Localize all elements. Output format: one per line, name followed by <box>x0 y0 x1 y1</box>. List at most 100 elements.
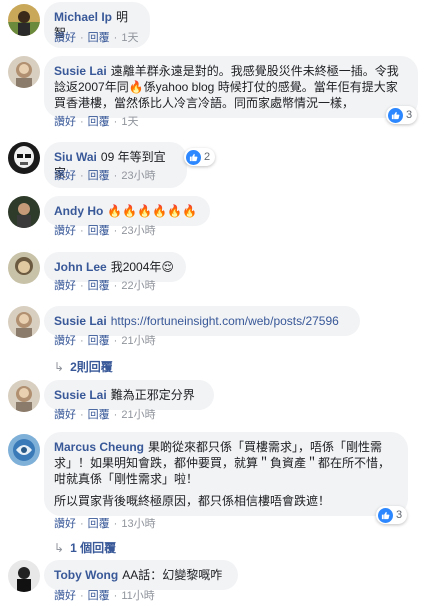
separator: · <box>80 170 84 182</box>
reaction-number: 2 <box>204 151 211 163</box>
separator: · <box>80 518 84 530</box>
timestamp[interactable]: 11小時 <box>121 589 154 603</box>
timestamp[interactable]: 23小時 <box>121 169 155 183</box>
comment: John Lee 我2004年😌 讚好 · 回覆 · 22小時 <box>0 248 436 300</box>
comment-author[interactable]: Siu Wai <box>54 150 97 164</box>
separator: · <box>80 335 84 347</box>
reply-link[interactable]: 回覆 <box>88 408 110 422</box>
separator: · <box>113 32 118 44</box>
thumbs-up-icon <box>378 507 393 523</box>
view-replies-link[interactable]: ↳ 1 個回覆 <box>54 539 116 556</box>
thumbs-up-icon <box>388 107 403 123</box>
comment-bubble: John Lee 我2004年😌 <box>44 252 186 282</box>
separator: · <box>80 225 84 237</box>
comment-actions: 讚好 · 回覆 · 11小時 <box>54 589 155 603</box>
comment: Susie Lai 難為正邪定分界 讚好 · 回覆 · 21小時 <box>0 376 436 428</box>
timestamp[interactable]: 21小時 <box>121 408 155 422</box>
avatar[interactable] <box>8 306 40 338</box>
like-link[interactable]: 讚好 <box>54 517 76 531</box>
avatar[interactable] <box>8 56 40 88</box>
reply-link[interactable]: 回覆 <box>88 279 110 293</box>
comment-text: 我2004年😌 <box>110 260 174 274</box>
separator: · <box>113 116 118 128</box>
comment-author[interactable]: Toby Wong <box>54 568 118 582</box>
separator: · <box>113 409 118 421</box>
avatar[interactable] <box>8 196 40 228</box>
like-link[interactable]: 讚好 <box>54 31 76 45</box>
reply-link[interactable]: 回覆 <box>88 334 110 348</box>
replies-count: 1 個回覆 <box>70 541 117 555</box>
comment-actions: 讚好 · 回覆 · 23小時 <box>54 224 156 238</box>
avatar[interactable] <box>8 4 40 36</box>
like-link[interactable]: 讚好 <box>54 408 76 422</box>
reply-arrow-icon: ↳ <box>54 541 65 555</box>
separator: · <box>80 590 84 602</box>
separator: · <box>113 590 118 602</box>
separator: · <box>80 32 84 44</box>
separator: · <box>80 116 84 128</box>
separator: · <box>113 280 118 292</box>
comment-author[interactable]: Marcus Cheung <box>54 440 144 454</box>
separator: · <box>113 170 118 182</box>
comment-author[interactable]: Susie Lai <box>54 64 107 78</box>
reply-link[interactable]: 回覆 <box>88 115 110 129</box>
comment-text-paragraph: 所以買家背後嘅終極原因，都只係相信樓唔會跌遮！ <box>54 494 331 508</box>
comment-bubble: Marcus Cheung 果啲從來都只係「買樓需求」，唔係「剛性需求」！如果明知… <box>44 432 408 516</box>
comment-bubble: Andy Ho 🔥🔥🔥🔥🔥🔥 <box>44 196 210 226</box>
like-link[interactable]: 讚好 <box>54 224 76 238</box>
like-link[interactable]: 讚好 <box>54 169 76 183</box>
reply-link[interactable]: 回覆 <box>88 517 110 531</box>
timestamp[interactable]: 1天 <box>121 31 138 45</box>
timestamp[interactable]: 1天 <box>121 115 138 129</box>
reply-arrow-icon: ↳ <box>54 360 65 374</box>
separator: · <box>113 335 118 347</box>
timestamp[interactable]: 22小時 <box>121 279 155 293</box>
comment-actions: 讚好 · 回覆 · 1天 <box>54 115 138 129</box>
reaction-count[interactable]: 3 <box>376 506 408 524</box>
separator: · <box>113 225 118 237</box>
reply-link[interactable]: 回覆 <box>88 169 110 183</box>
comment-text: 難為正邪定分界 <box>110 388 195 402</box>
timestamp[interactable]: 23小時 <box>121 224 155 238</box>
comment: Toby Wong AA話：幻變黎嘅咋 讚好 · 回覆 · 11小時 <box>0 556 436 606</box>
reply-link[interactable]: 回覆 <box>88 589 110 603</box>
view-replies-link[interactable]: ↳ 2則回覆 <box>54 358 113 375</box>
comment-text: AA話：幻變黎嘅咋 <box>122 568 223 582</box>
comment-author[interactable]: Michael Ip <box>54 10 112 24</box>
avatar[interactable] <box>8 142 40 174</box>
comment-actions: 讚好 · 回覆 · 22小時 <box>54 279 156 293</box>
avatar[interactable] <box>8 380 40 412</box>
comment-author[interactable]: Susie Lai <box>54 388 107 402</box>
like-link[interactable]: 讚好 <box>54 334 76 348</box>
separator: · <box>80 409 84 421</box>
comment-link[interactable]: https://fortuneinsight.com/web/posts/275… <box>111 314 339 328</box>
like-link[interactable]: 讚好 <box>54 589 76 603</box>
comment-actions: 讚好 · 回覆 · 23小時 <box>54 169 156 183</box>
reaction-count[interactable]: 3 <box>386 106 418 124</box>
comment: Marcus Cheung 果啲從來都只係「買樓需求」，唔係「剛性需求」！如果明知… <box>0 430 436 556</box>
avatar[interactable] <box>8 434 40 466</box>
reply-link[interactable]: 回覆 <box>88 31 110 45</box>
timestamp[interactable]: 13小時 <box>121 517 155 531</box>
comment-text: 🔥🔥🔥🔥🔥🔥 <box>107 204 197 218</box>
avatar[interactable] <box>8 252 40 284</box>
comment-bubble: Susie Lai 遠離羊群永遠是對的。我感覺股災件未終極一插。令我諗返2007年… <box>44 56 418 118</box>
comment-actions: 讚好 · 回覆 · 21小時 <box>54 334 156 348</box>
thumbs-up-icon <box>186 149 201 165</box>
avatar[interactable] <box>8 560 40 592</box>
comment-author[interactable]: John Lee <box>54 260 107 274</box>
reaction-count[interactable]: 2 <box>184 148 216 166</box>
comment: Siu Wai 09 年等到宜家 2 讚好 · 回覆 · 23小時 <box>0 138 436 188</box>
comment-bubble: Susie Lai 難為正邪定分界 <box>44 380 214 410</box>
reaction-number: 3 <box>406 109 413 121</box>
comment-author[interactable]: Susie Lai <box>54 314 107 328</box>
comment: Andy Ho 🔥🔥🔥🔥🔥🔥 讚好 · 回覆 · 23小時 <box>0 192 436 244</box>
replies-count: 2則回覆 <box>70 360 113 374</box>
reaction-number: 3 <box>396 509 403 521</box>
reply-link[interactable]: 回覆 <box>88 224 110 238</box>
timestamp[interactable]: 21小時 <box>121 334 155 348</box>
comment-author[interactable]: Andy Ho <box>54 204 103 218</box>
like-link[interactable]: 讚好 <box>54 279 76 293</box>
comment-bubble: Susie Lai https://fortuneinsight.com/web/… <box>44 306 360 336</box>
like-link[interactable]: 讚好 <box>54 115 76 129</box>
